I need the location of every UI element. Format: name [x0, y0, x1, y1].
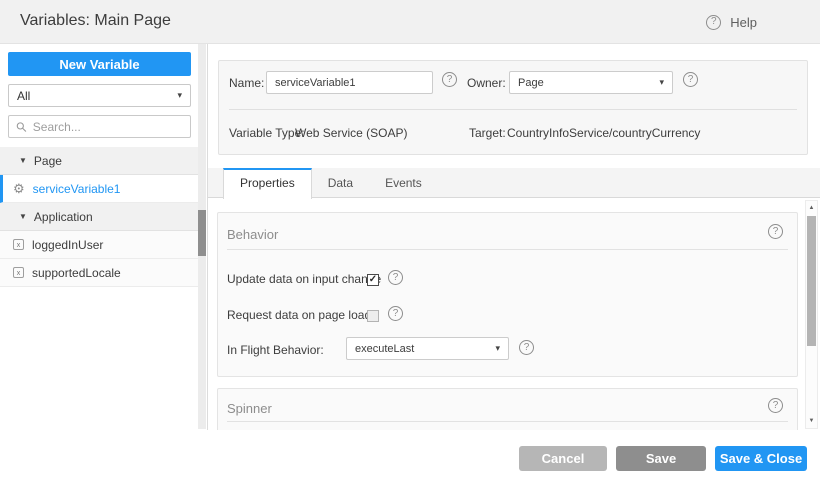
scroll-up-icon[interactable]: ▲ [806, 205, 817, 211]
variable-summary-card: Name: * ? Owner: * Page ▾ ? Variable Typ… [218, 60, 808, 155]
properties-tab-content: Behavior ? Update data on input change ✓… [208, 199, 820, 430]
request-on-load-help-icon[interactable]: ? [388, 306, 403, 321]
tab-data[interactable]: Data [312, 168, 369, 198]
in-flight-behavior-value: executeLast [355, 343, 414, 355]
spinner-help-icon[interactable]: ? [768, 398, 783, 413]
cancel-button[interactable]: Cancel [519, 446, 607, 471]
spinner-section: Spinner ? [217, 388, 798, 430]
update-on-input-label: Update data on input change [227, 272, 381, 286]
tree-item-supportedlocale[interactable]: x supportedLocale [0, 259, 198, 287]
properties-scrollbar[interactable]: ▲ ▼ [805, 200, 818, 429]
summary-divider [229, 109, 797, 110]
owner-label: Owner: * [467, 76, 514, 90]
target-label: Target: [469, 126, 506, 140]
variable-editor-panel: Name: * ? Owner: * Page ▾ ? Variable Typ… [208, 44, 820, 430]
sidebar-scrollbar[interactable] [198, 44, 206, 429]
variable-type-value: Web Service (SOAP) [295, 126, 407, 140]
behavior-help-icon[interactable]: ? [768, 224, 783, 239]
save-and-close-button[interactable]: Save & Close [715, 446, 807, 471]
chevron-down-icon: ▾ [495, 344, 500, 353]
target-value: CountryInfoService/countryCurrency [507, 126, 700, 140]
variable-filter-select[interactable]: All ▾ [8, 84, 191, 107]
search-input[interactable] [33, 120, 183, 134]
web-service-variable-icon: ⚙ [13, 182, 25, 195]
check-icon: ✓ [369, 275, 377, 285]
variable-filter-value: All [17, 89, 30, 103]
name-help-icon[interactable]: ? [442, 72, 457, 87]
dialog-footer: Cancel Save Save & Close [0, 430, 820, 487]
variable-type-label: Variable Type: [229, 126, 305, 140]
tree-item-label: supportedLocale [32, 266, 121, 280]
editor-tabbar: Properties Data Events [208, 168, 820, 198]
tree-item-servicevariable1[interactable]: ⚙ serviceVariable1 [0, 175, 198, 203]
static-variable-icon: x [13, 267, 24, 278]
sidebar-scrollbar-thumb[interactable] [198, 210, 206, 256]
spinner-divider [227, 421, 788, 422]
properties-scrollbar-thumb[interactable] [807, 216, 816, 346]
spinner-section-title: Spinner [227, 401, 272, 416]
request-on-load-label: Request data on page load [227, 308, 371, 322]
behavior-section: Behavior ? Update data on input change ✓… [217, 212, 798, 377]
tab-properties[interactable]: Properties [223, 168, 312, 199]
in-flight-behavior-select[interactable]: executeLast ▾ [346, 337, 509, 360]
in-flight-behavior-help-icon[interactable]: ? [519, 340, 534, 355]
search-icon [16, 121, 27, 133]
tree-group-label: Page [34, 154, 62, 168]
help-icon: ? [706, 15, 721, 30]
tree-expand-icon: ▼ [19, 213, 27, 221]
tree-group-application[interactable]: ▼ Application [0, 203, 198, 231]
scroll-down-icon[interactable]: ▼ [806, 418, 817, 424]
tab-events[interactable]: Events [369, 168, 438, 198]
save-button[interactable]: Save [616, 446, 706, 471]
tree-group-page[interactable]: ▼ Page [0, 147, 198, 175]
tree-item-label: serviceVariable1 [33, 182, 121, 196]
request-on-load-checkbox[interactable] [367, 310, 379, 322]
chevron-down-icon: ▾ [177, 91, 182, 100]
owner-select-value: Page [518, 77, 544, 89]
tree-item-loggedinuser[interactable]: x loggedInUser [0, 231, 198, 259]
behavior-divider [227, 249, 788, 250]
variable-search-box[interactable] [8, 115, 191, 138]
static-variable-icon: x [13, 239, 24, 250]
variable-tree: ▼ Page ⚙ serviceVariable1 ▼ Application … [0, 147, 198, 287]
dialog-titlebar: Variables: Main Page ? Help [0, 0, 820, 44]
behavior-section-title: Behavior [227, 227, 278, 242]
variables-sidebar: New Variable All ▾ ▼ Page ⚙ serviceVaria… [0, 44, 208, 430]
update-on-input-checkbox[interactable]: ✓ [367, 274, 379, 286]
tree-item-label: loggedInUser [32, 238, 103, 252]
in-flight-behavior-label: In Flight Behavior: [227, 343, 324, 357]
update-on-input-help-icon[interactable]: ? [388, 270, 403, 285]
name-input[interactable] [266, 71, 433, 94]
owner-select[interactable]: Page ▾ [509, 71, 673, 94]
page-title: Variables: Main Page [20, 12, 171, 30]
new-variable-button[interactable]: New Variable [8, 52, 191, 76]
help-label: Help [730, 15, 757, 30]
tree-group-label: Application [34, 210, 93, 224]
owner-help-icon[interactable]: ? [683, 72, 698, 87]
tree-expand-icon: ▼ [19, 157, 27, 165]
help-link[interactable]: ? Help [706, 0, 757, 44]
chevron-down-icon: ▾ [659, 78, 664, 87]
